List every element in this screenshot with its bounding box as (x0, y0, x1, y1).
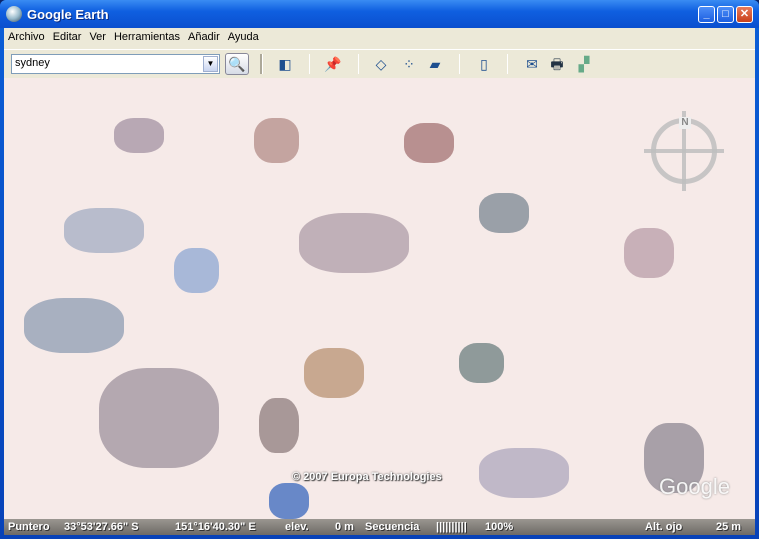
elevation: 0 m (335, 521, 354, 533)
search-value: sydney (15, 57, 50, 69)
title-bar: Google Earth _ □ ✕ (0, 0, 759, 28)
beach-figure (459, 343, 504, 383)
compass-control[interactable]: N (644, 111, 724, 191)
beach-figure (99, 368, 219, 468)
search-icon: 🔍 (228, 56, 246, 72)
divider (260, 54, 263, 74)
google-earth-logo-icon (6, 6, 22, 22)
divider (309, 54, 310, 74)
path-add-icon[interactable]: ⁘ (399, 55, 419, 73)
email-icon[interactable]: ✉ (522, 55, 542, 73)
beach-figure (254, 118, 299, 163)
pointer-label: Puntero (8, 521, 50, 533)
placemark-add-icon[interactable]: 📌 (323, 55, 343, 73)
beach-figure (24, 298, 124, 353)
earth-view[interactable]: N © 2007 Europa Technologies Google (4, 78, 755, 519)
stream-percent: 100% (485, 521, 514, 533)
divider (507, 54, 508, 74)
print-icon[interactable]: 🖶 (547, 55, 567, 73)
image-overlay-add-icon[interactable]: ▰ (425, 55, 445, 73)
menu-ver[interactable]: Ver (85, 28, 110, 48)
close-button[interactable]: ✕ (736, 6, 753, 23)
beach-figure (174, 248, 219, 293)
beach-figure (114, 118, 164, 153)
eye-altitude: 25 m (716, 521, 742, 533)
window-title: Google Earth (27, 7, 109, 22)
beach-figure (299, 213, 409, 273)
beach-figure (304, 348, 364, 398)
menu-archivo[interactable]: Archivo (4, 28, 49, 48)
maximize-button[interactable]: □ (717, 6, 734, 23)
menu-ayuda[interactable]: Ayuda (224, 28, 263, 48)
sidebar-toggle-icon[interactable]: ◧ (275, 55, 295, 73)
stream-progress: |||||||||| (436, 521, 467, 533)
stream-label: Secuencia (365, 521, 420, 533)
divider (358, 54, 359, 74)
eye-alt-label: Alt. ojo (645, 521, 683, 533)
beach-figure (404, 123, 454, 163)
minimize-button[interactable]: _ (698, 6, 715, 23)
latitude: 33°53'27.66" S (64, 521, 139, 533)
menu-editar[interactable]: Editar (49, 28, 86, 48)
beach-figure (624, 228, 674, 278)
google-maps-icon[interactable]: ▞ (574, 55, 594, 73)
ruler-icon[interactable]: ▯ (474, 55, 494, 73)
search-input[interactable]: sydney ▼ (11, 54, 220, 74)
elev-label: elev. (285, 521, 309, 533)
google-earth-window: Google Earth _ □ ✕ Archivo Editar Ver He… (0, 0, 759, 539)
beach-figure (479, 448, 569, 498)
search-button[interactable]: 🔍 (225, 53, 249, 75)
longitude: 151°16'40.30" E (175, 521, 256, 533)
copyright-text: © 2007 Europa Technologies (292, 471, 442, 483)
beach-figure (269, 483, 309, 519)
status-bar: Puntero 33°53'27.66" S 151°16'40.30" E e… (4, 519, 755, 535)
compass-north-icon[interactable]: N (679, 117, 691, 129)
beach-figure (479, 193, 529, 233)
toolbar: sydney ▼ 🔍 ◧ 📌 ◇ ⁘ ▰ ▯ ✉ 🖶 ▞ (4, 49, 755, 78)
beach-figure (259, 398, 299, 453)
menu-bar: Archivo Editar Ver Herramientas Añadir A… (4, 28, 755, 48)
google-watermark: Google (659, 474, 730, 499)
divider (459, 54, 460, 74)
menu-anadir[interactable]: Añadir (184, 28, 224, 48)
beach-figure (64, 208, 144, 253)
chevron-down-icon[interactable]: ▼ (203, 56, 218, 72)
menu-herramientas[interactable]: Herramientas (110, 28, 184, 48)
polygon-add-icon[interactable]: ◇ (371, 55, 391, 73)
